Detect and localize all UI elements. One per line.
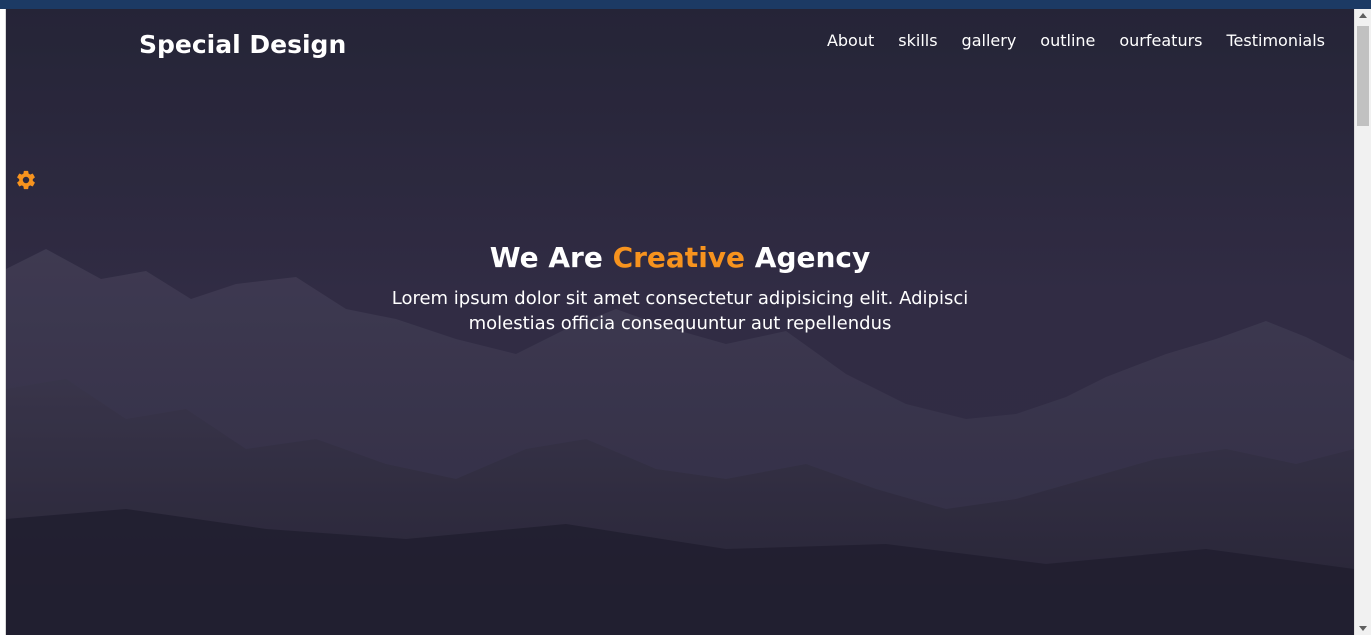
nav-link-gallery[interactable]: gallery bbox=[962, 31, 1017, 50]
scroll-down-arrow-icon[interactable] bbox=[1359, 626, 1367, 631]
nav-link-skills[interactable]: skills bbox=[898, 31, 937, 50]
headline-accent: Creative bbox=[612, 241, 746, 274]
nav-link-ourfeaturs[interactable]: ourfeaturs bbox=[1119, 31, 1202, 50]
hero-headline: We Are Creative Agency bbox=[6, 241, 1354, 274]
hero-section: Special Design About skills gallery outl… bbox=[6, 9, 1354, 635]
browser-top-strip bbox=[0, 0, 1371, 9]
hero-text: We Are Creative Agency Lorem ipsum dolor… bbox=[6, 241, 1354, 336]
site-logo[interactable]: Special Design bbox=[139, 30, 346, 59]
headline-after: Agency bbox=[754, 241, 871, 274]
nav-link-outline[interactable]: outline bbox=[1040, 31, 1095, 50]
hero-subtext: Lorem ipsum dolor sit amet consectetur a… bbox=[391, 288, 969, 334]
gear-icon[interactable] bbox=[15, 169, 37, 191]
main-nav: About skills gallery outline ourfeaturs … bbox=[827, 31, 1325, 50]
headline-before: We Are bbox=[489, 241, 603, 274]
nav-link-about[interactable]: About bbox=[827, 31, 874, 50]
scroll-thumb[interactable] bbox=[1357, 26, 1369, 126]
scroll-up-arrow-icon[interactable] bbox=[1359, 13, 1367, 18]
nav-link-testimonials[interactable]: Testimonials bbox=[1227, 31, 1326, 50]
vertical-scrollbar[interactable] bbox=[1354, 9, 1371, 635]
